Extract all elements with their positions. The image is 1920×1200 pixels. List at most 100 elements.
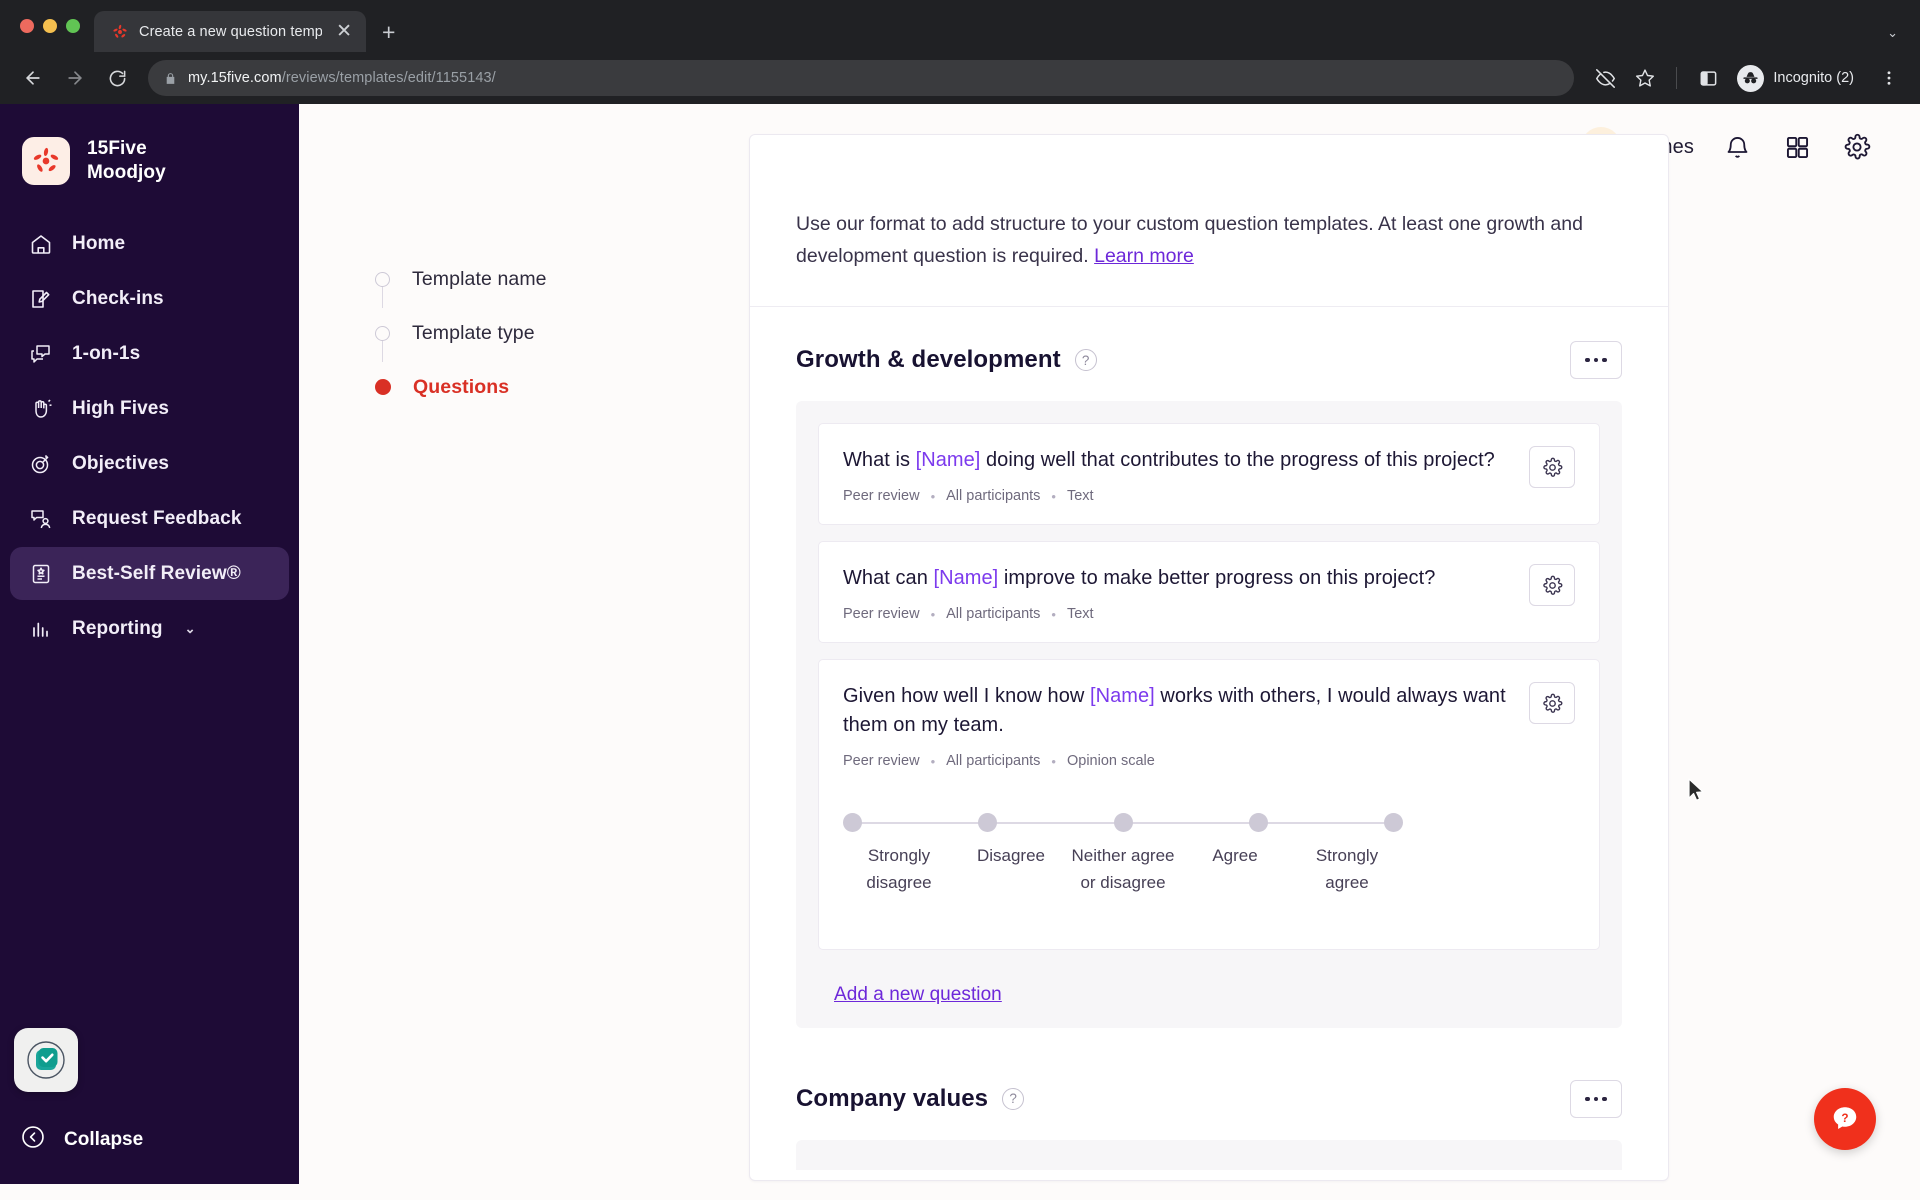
chevron-down-icon[interactable]: ⌄ (185, 621, 196, 637)
stepper-item-questions[interactable]: Questions (375, 360, 749, 414)
incognito-icon (1737, 64, 1765, 92)
question-text-before: What can (843, 567, 934, 590)
apps-grid-icon[interactable] (1780, 130, 1814, 164)
question-body: Given how well I know how [Name] works w… (843, 682, 1511, 769)
question-text: What can [Name] improve to make better p… (843, 564, 1511, 593)
opinion-scale-points (843, 813, 1403, 833)
question-card[interactable]: What is [Name] doing well that contribut… (818, 423, 1600, 526)
tab-strip: Create a new question template ✕ + ⌄ (0, 0, 1920, 52)
question-settings-gear-icon[interactable] (1529, 446, 1575, 489)
eye-off-icon[interactable] (1588, 61, 1622, 95)
bell-icon[interactable] (1720, 130, 1754, 164)
reporting-bar-chart-icon (28, 616, 54, 642)
green-checkbox-icon[interactable] (14, 1028, 78, 1092)
meta-separator-dot: • (1051, 488, 1056, 504)
15five-logo-icon (22, 137, 70, 185)
sidebar-item-high-fives[interactable]: High Fives (10, 382, 289, 435)
opinion-scale-point[interactable] (1248, 813, 1268, 833)
question-meta-review-type: Peer review (843, 488, 920, 505)
section-more-options-button[interactable] (1570, 341, 1622, 380)
toolbar-divider (1676, 67, 1678, 89)
request-feedback-icon (28, 506, 54, 532)
forward-icon[interactable] (56, 59, 94, 97)
dot (1585, 1096, 1590, 1102)
question-meta-audience: All participants (946, 753, 1041, 770)
objectives-target-icon (28, 451, 54, 477)
new-tab-button[interactable]: + (382, 21, 395, 44)
stepper-item-label: Template name (412, 267, 547, 290)
sidebar-item-objectives[interactable]: Objectives (10, 437, 289, 490)
section-header: Company values ? (796, 1079, 1622, 1118)
opinion-scale-point[interactable] (843, 813, 862, 833)
sidebar-item-home[interactable]: Home (10, 217, 289, 270)
bookmark-star-icon[interactable] (1628, 61, 1662, 95)
question-text: Given how well I know how [Name] works w… (843, 682, 1511, 740)
question-card[interactable]: What can [Name] improve to make better p… (818, 541, 1600, 644)
main-content: JJ James Template name (299, 104, 1920, 1184)
question-settings-gear-icon[interactable] (1529, 564, 1575, 607)
sidebar-item-label: Objectives (72, 452, 170, 474)
window-traffic-lights[interactable] (12, 0, 94, 52)
sidebar-item-request-feedback[interactable]: Request Feedback (10, 492, 289, 545)
opinion-scale-point[interactable] (978, 813, 998, 833)
sidebar-item-best-self-review[interactable]: Best-Self Review® (10, 547, 289, 600)
add-new-question-link[interactable]: Add a new question (834, 984, 1002, 1005)
sidebar-item-label: 1-on-1s (72, 342, 141, 364)
tab-list-chevron-down-icon[interactable]: ⌄ (1887, 25, 1898, 41)
chrome-menu-icon[interactable] (1872, 61, 1906, 95)
learn-more-link[interactable]: Learn more (1094, 245, 1194, 267)
intro-text: Use our format to add structure to your … (796, 209, 1622, 272)
help-chat-icon[interactable]: ? (1814, 1088, 1876, 1150)
url-host: my.15five.com (188, 70, 282, 86)
question-meta-audience: All participants (946, 488, 1041, 505)
section-more-options-button[interactable] (1570, 1079, 1622, 1118)
collapse-label: Collapse (64, 1129, 144, 1150)
back-icon[interactable] (14, 59, 52, 97)
high-fives-icon (28, 396, 54, 422)
question-text-before: What is (843, 449, 916, 472)
close-window-button[interactable] (20, 19, 34, 33)
address-bar[interactable]: my.15five.com/reviews/templates/edit/115… (148, 60, 1575, 96)
brand-line-1: 15Five (87, 138, 147, 160)
question-mark-icon[interactable]: ? (1074, 349, 1097, 372)
minimize-window-button[interactable] (43, 19, 57, 33)
side-panel-icon[interactable] (1691, 61, 1725, 95)
sidebar-item-reporting[interactable]: Reporting ⌄ (10, 602, 289, 655)
stepper-item-template-name[interactable]: Template name (375, 252, 749, 308)
meta-separator-dot: • (930, 488, 936, 504)
dot (1602, 1096, 1607, 1102)
question-body: What is [Name] doing well that contribut… (843, 446, 1511, 504)
browser-toolbar: my.15five.com/reviews/templates/edit/115… (0, 52, 1920, 104)
maximize-window-button[interactable] (66, 19, 80, 33)
dot (1593, 357, 1599, 363)
toolbar-icons: Incognito (2) (1588, 61, 1906, 96)
question-text-after: doing well that contributes to the progr… (980, 449, 1495, 472)
brand-block[interactable]: 15Five Moodjoy (0, 104, 299, 185)
sidebar-item-1-on-1s[interactable]: 1-on-1s (10, 327, 289, 380)
gear-icon[interactable] (1840, 130, 1874, 164)
question-settings-gear-icon[interactable] (1529, 682, 1575, 725)
sidebar-item-check-ins[interactable]: Check-ins (10, 272, 289, 325)
profile-label: Incognito (2) (1773, 70, 1854, 86)
question-text: What is [Name] doing well that contribut… (843, 446, 1511, 475)
url-text: my.15five.com/reviews/templates/edit/115… (188, 70, 496, 86)
name-token: [Name] (933, 567, 999, 590)
stepper-item-template-type[interactable]: Template type (375, 306, 749, 362)
profile-chip[interactable]: Incognito (2) (1731, 61, 1866, 96)
stepper-item-label: Template type (412, 321, 535, 344)
question-card[interactable]: Given how well I know how [Name] works w… (818, 659, 1600, 950)
opinion-scale-point[interactable] (1113, 813, 1133, 833)
step-dot (375, 325, 390, 341)
browser-tab[interactable]: Create a new question template ✕ (94, 11, 366, 52)
close-tab-button[interactable]: ✕ (332, 20, 356, 43)
sidebar: 15Five Moodjoy Home Check-ins 1-on-1s Hi… (0, 104, 299, 1184)
question-mark-icon[interactable]: ? (1002, 1087, 1025, 1110)
question-meta-review-type: Peer review (843, 753, 920, 770)
opinion-scale-label: Strongly agree (1315, 846, 1379, 893)
opinion-scale-point[interactable] (1384, 813, 1403, 833)
brand-text: 15Five Moodjoy (87, 137, 166, 185)
meta-separator-dot: • (1051, 753, 1056, 769)
collapse-sidebar-button[interactable]: Collapse (20, 1124, 143, 1156)
reload-icon[interactable] (98, 59, 136, 97)
body-area: Template name Template type Questions Us… (299, 134, 1920, 1181)
